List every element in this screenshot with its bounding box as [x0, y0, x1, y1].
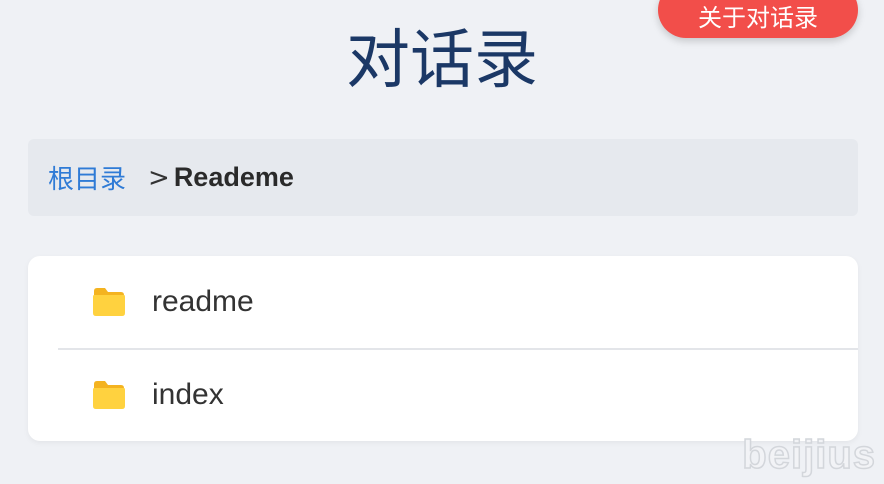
list-item-readme[interactable]: readme — [28, 256, 858, 348]
folder-icon — [93, 381, 125, 409]
watermark: beijius — [742, 432, 876, 478]
breadcrumb-separator: > — [148, 162, 170, 193]
breadcrumb-root-link[interactable]: 根目录 — [48, 159, 126, 196]
breadcrumb-current: Reademe — [173, 162, 294, 192]
file-list: readme index — [28, 256, 858, 441]
folder-icon — [93, 288, 125, 316]
page-title: 对话录 — [346, 24, 538, 98]
list-item-label: index — [152, 378, 224, 411]
list-item-label: readme — [152, 285, 254, 318]
list-item-index[interactable]: index — [58, 348, 858, 440]
breadcrumb: 根目录 > Reademe — [28, 139, 858, 216]
page: 关于对话录 对话录 根目录 > Reademe readme index bei… — [0, 0, 884, 484]
